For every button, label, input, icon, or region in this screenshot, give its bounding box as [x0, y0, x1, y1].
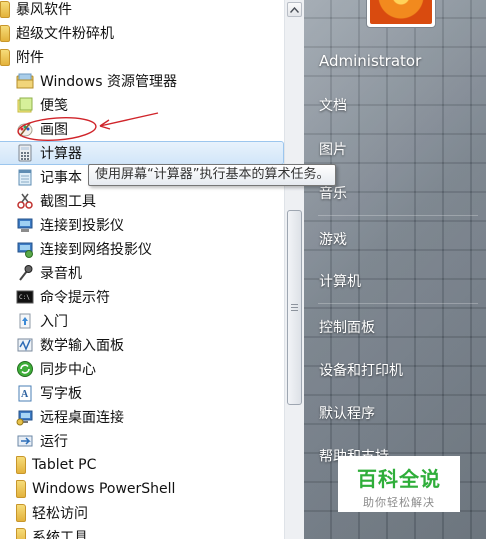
menu-item-math-input-panel[interactable]: 数学输入面板 [0, 333, 284, 357]
folder-label: Tablet PC [32, 457, 97, 473]
menu-item-label: 连接到网络投影仪 [40, 242, 152, 258]
menu-item-label: 运行 [40, 434, 68, 450]
folder-icon [16, 504, 26, 522]
remote-desktop-icon [16, 408, 34, 426]
chevron-up-icon [290, 6, 299, 13]
sticky-notes-icon [16, 96, 34, 114]
wordpad-icon: A [16, 384, 34, 402]
menu-item-getting-started[interactable]: 入门 [0, 309, 284, 333]
right-item-computer[interactable]: 计算机 [319, 271, 361, 291]
command-prompt-icon: C:\ [16, 288, 34, 306]
grip-icon [291, 304, 298, 305]
menu-item-sticky-notes[interactable]: 便笺 [0, 93, 284, 117]
menu-item-label: Windows 资源管理器 [40, 74, 177, 90]
run-icon [16, 432, 34, 450]
right-item-music[interactable]: 音乐 [319, 183, 347, 203]
menu-item-label: 画图 [40, 122, 68, 138]
folder-label: 系统工具 [32, 530, 88, 539]
menu-item-label: 命令提示符 [40, 290, 110, 306]
menu-item-label: 计算器 [40, 146, 82, 162]
menu-item-label: 远程桌面连接 [40, 410, 124, 426]
folder-baofeng[interactable]: 暴风软件 [0, 0, 284, 21]
programs-scrollbar[interactable] [284, 0, 304, 539]
right-item-documents[interactable]: 文档 [319, 95, 347, 115]
folder-label: 超级文件粉碎机 [16, 26, 114, 42]
sync-center-icon [16, 360, 34, 378]
menu-item-sound-recorder[interactable]: 录音机 [0, 261, 284, 285]
folder-label: 暴风软件 [16, 2, 72, 18]
menu-item-connect-network-projector[interactable]: 连接到网络投影仪 [0, 237, 284, 261]
math-input-icon [16, 336, 34, 354]
menu-item-calculator[interactable]: 计算器 [0, 141, 284, 165]
folder-icon [0, 0, 10, 18]
menu-item-label: 同步中心 [40, 362, 96, 378]
folder-icon [0, 24, 10, 42]
projector-icon [16, 216, 34, 234]
menu-item-label: 数学输入面板 [40, 338, 124, 354]
folder-system-tools[interactable]: 系统工具 [0, 525, 284, 539]
watermark-subtitle: 助你轻松解决 [363, 496, 435, 509]
right-item-games[interactable]: 游戏 [319, 229, 347, 249]
folder-label: 轻松访问 [32, 506, 88, 522]
watermark-title: 百科全说 [357, 467, 441, 491]
menu-item-label: 截图工具 [40, 194, 96, 210]
menu-item-paint[interactable]: 画图 [0, 117, 284, 141]
menu-item-label: 录音机 [40, 266, 82, 282]
folder-ease-of-access[interactable]: 轻松访问 [0, 501, 284, 525]
network-projector-icon [16, 240, 34, 258]
folder-open-icon [0, 48, 10, 66]
right-item-pictures[interactable]: 图片 [319, 139, 347, 159]
separator [318, 215, 478, 216]
account-name[interactable]: Administrator [319, 52, 421, 70]
folder-file-shredder[interactable]: 超级文件粉碎机 [0, 21, 284, 45]
menu-item-command-prompt[interactable]: C:\ 命令提示符 [0, 285, 284, 309]
right-item-default-programs[interactable]: 默认程序 [319, 403, 375, 423]
explorer-icon [16, 72, 34, 90]
menu-item-run[interactable]: 运行 [0, 429, 284, 453]
flower-picture [370, 0, 432, 24]
notepad-icon [16, 168, 34, 186]
menu-item-label: 入门 [40, 314, 68, 330]
microphone-icon [16, 264, 34, 282]
folder-label: Windows PowerShell [32, 481, 176, 497]
folder-icon [16, 528, 26, 539]
menu-item-label: 便笺 [40, 98, 68, 114]
menu-item-wordpad[interactable]: A 写字板 [0, 381, 284, 405]
right-item-control-panel[interactable]: 控制面板 [319, 317, 375, 337]
folder-icon [16, 480, 26, 498]
user-avatar[interactable] [366, 0, 436, 28]
calculator-icon [16, 144, 34, 162]
menu-item-connect-projector[interactable]: 连接到投影仪 [0, 213, 284, 237]
snipping-tool-icon [16, 192, 34, 210]
menu-item-windows-explorer[interactable]: Windows 资源管理器 [0, 69, 284, 93]
paint-icon [16, 120, 34, 138]
folder-tablet-pc[interactable]: Tablet PC [0, 453, 284, 477]
programs-list: 暴风软件 超级文件粉碎机 附件 Windows 资源管理器 便笺 画图 计算器 [0, 0, 284, 539]
folder-label: 附件 [16, 50, 44, 66]
folder-icon [16, 456, 26, 474]
menu-item-snipping-tool[interactable]: 截图工具 [0, 189, 284, 213]
watermark-logo: 百科全说 助你轻松解决 [338, 456, 460, 512]
menu-item-sync-center[interactable]: 同步中心 [0, 357, 284, 381]
menu-item-label: 写字板 [40, 386, 82, 402]
right-item-devices-printers[interactable]: 设备和打印机 [319, 360, 403, 380]
menu-item-label: 记事本 [40, 170, 82, 186]
svg-text:C:\: C:\ [19, 294, 30, 301]
scroll-up-button[interactable] [287, 2, 302, 17]
folder-windows-powershell[interactable]: Windows PowerShell [0, 477, 284, 501]
folder-accessories[interactable]: 附件 [0, 45, 284, 69]
svg-text:A: A [21, 389, 29, 400]
menu-item-remote-desktop[interactable]: 远程桌面连接 [0, 405, 284, 429]
separator [318, 303, 478, 304]
menu-item-label: 连接到投影仪 [40, 218, 124, 234]
calculator-tooltip: 使用屏幕“计算器”执行基本的算术任务。 [88, 164, 337, 186]
scroll-thumb[interactable] [287, 210, 302, 405]
getting-started-icon [16, 312, 34, 330]
